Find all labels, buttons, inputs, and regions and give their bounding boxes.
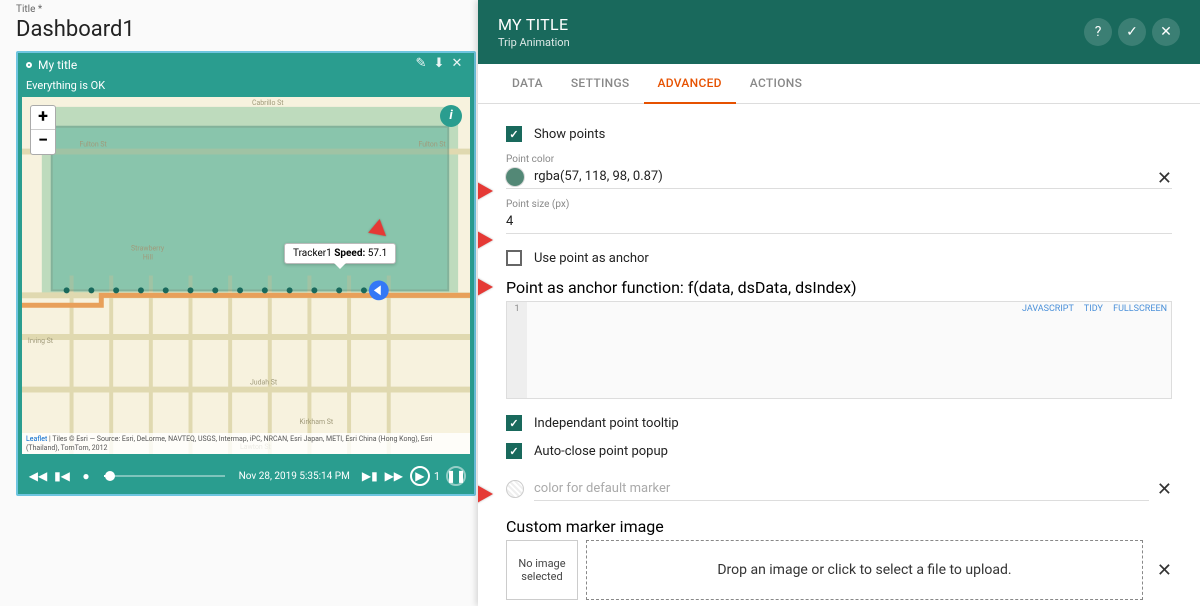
show-points-label: Show points	[534, 127, 605, 142]
anchor-fn-label: Point as anchor function: f(data, dsData…	[506, 278, 1172, 297]
callout-arrow-icon	[478, 182, 493, 204]
forward-button[interactable]: ▶▶	[384, 466, 404, 486]
target-icon	[26, 62, 32, 68]
point-size-input[interactable]: 4	[506, 210, 1172, 234]
help-icon[interactable]: ?	[1084, 18, 1112, 46]
svg-text:Fulton St: Fulton St	[418, 141, 446, 149]
point-size-label: Point size (px)	[506, 199, 1172, 210]
zoom-control[interactable]: + −	[30, 105, 56, 155]
point-color-label: Point color	[506, 154, 1172, 165]
tool-javascript[interactable]: JAVASCRIPT	[1022, 304, 1074, 314]
panel-body[interactable]: Show points Point color rgba(57, 118, 98…	[478, 104, 1200, 606]
map-area[interactable]: Fulton St Fulton St Irving St Judah St Kir…	[22, 97, 470, 454]
svg-text:Hill: Hill	[143, 254, 153, 262]
anchor-fn-editor[interactable]: 1 JAVASCRIPT TIDY FULLSCREEN	[506, 301, 1172, 399]
callout-arrow-icon	[478, 231, 493, 253]
widget-title: My title	[38, 58, 77, 72]
custom-marker-label: Custom marker image	[506, 517, 1172, 536]
title-label: Title *	[16, 4, 478, 15]
image-dropzone[interactable]: Drop an image or click to select a file …	[586, 540, 1143, 600]
speed-button[interactable]: ▶	[410, 466, 430, 486]
tool-fullscreen[interactable]: FULLSCREEN	[1113, 304, 1167, 314]
settings-panel: MY TITLE Trip Animation ? ✓ ✕ DATA SETTI…	[478, 0, 1200, 606]
autoclose-popup-checkbox[interactable]	[506, 443, 522, 459]
info-icon[interactable]: i	[440, 105, 462, 127]
tab-data[interactable]: DATA	[498, 64, 557, 103]
apply-icon[interactable]: ✓	[1118, 18, 1146, 46]
speed-value: 1	[434, 470, 440, 483]
timestamp: Nov 28, 2019 5:35:14 PM	[239, 471, 350, 482]
tab-advanced[interactable]: ADVANCED	[644, 64, 736, 104]
trip-animation-widget: My title ✎ ⬇ ✕ Everything is OK	[16, 51, 476, 496]
clear-icon[interactable]: ✕	[1157, 560, 1172, 581]
svg-text:Cabrillo St: Cabrillo St	[252, 99, 284, 107]
svg-text:Judah St: Judah St	[250, 379, 278, 387]
widget-status: Everything is OK	[18, 77, 474, 94]
zoom-out-button[interactable]: −	[31, 130, 55, 154]
independent-tooltip-checkbox[interactable]	[506, 415, 522, 431]
close-panel-icon[interactable]: ✕	[1152, 18, 1180, 46]
record-icon: ●	[76, 466, 96, 486]
close-icon[interactable]: ✕	[448, 56, 466, 74]
clear-icon[interactable]: ✕	[1157, 479, 1172, 500]
dashboard-title-input[interactable]: Dashboard1	[16, 15, 276, 45]
playback-bar: ◀◀ ▮◀ ● Nov 28, 2019 5:35:14 PM ▶▮ ▶▶ ▶ …	[18, 458, 474, 494]
svg-text:Irving St: Irving St	[28, 337, 54, 345]
clear-icon[interactable]: ✕	[1157, 168, 1172, 189]
rewind-button[interactable]: ◀◀	[28, 466, 48, 486]
use-anchor-checkbox[interactable]	[506, 250, 522, 266]
default-marker-swatch[interactable]	[506, 480, 524, 498]
pause-button[interactable]: ❚❚	[446, 466, 466, 486]
tab-settings[interactable]: SETTINGS	[557, 64, 644, 103]
zoom-in-button[interactable]: +	[31, 106, 55, 130]
progress-slider[interactable]	[104, 475, 225, 477]
point-tooltip: Tracker1 Speed: 57.1	[284, 243, 396, 264]
point-color-swatch[interactable]	[506, 168, 524, 186]
point-color-input[interactable]: rgba(57, 118, 98, 0.87)	[506, 165, 1172, 189]
panel-subtitle: Trip Animation	[498, 36, 1078, 49]
callout-arrow-icon	[478, 278, 493, 300]
default-marker-color-input[interactable]: color for default marker	[534, 477, 1149, 501]
tab-actions[interactable]: ACTIONS	[736, 64, 816, 103]
panel-title: MY TITLE	[498, 15, 1078, 34]
next-button[interactable]: ▶▮	[360, 466, 380, 486]
use-anchor-label: Use point as anchor	[534, 251, 649, 266]
download-icon[interactable]: ⬇	[430, 56, 448, 74]
edit-icon[interactable]: ✎	[412, 56, 430, 74]
tool-tidy[interactable]: TIDY	[1084, 304, 1103, 314]
map-attribution: Leaflet | Tiles © Esri — Source: Esri, D…	[22, 433, 470, 454]
autoclose-popup-label: Auto-close point popup	[534, 444, 668, 459]
svg-text:Strawberry: Strawberry	[131, 245, 165, 253]
prev-button[interactable]: ▮◀	[52, 466, 72, 486]
independent-tooltip-label: Independant point tooltip	[534, 416, 679, 431]
no-image-box: No image selected	[506, 540, 578, 600]
show-points-checkbox[interactable]	[506, 126, 522, 142]
svg-text:Fulton St: Fulton St	[79, 141, 107, 149]
svg-text:Kirkham St: Kirkham St	[300, 418, 334, 426]
callout-arrow-icon	[478, 485, 493, 507]
